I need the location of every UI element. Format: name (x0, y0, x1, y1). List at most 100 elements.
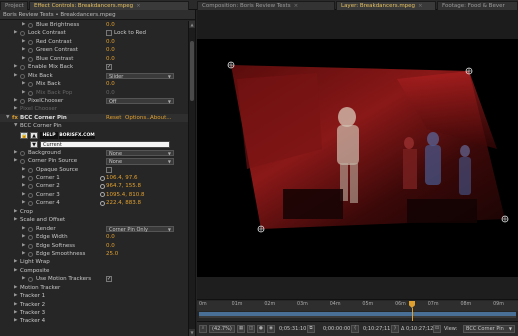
expand-arrow-icon[interactable]: ▶ (22, 182, 25, 190)
expand-arrow-icon[interactable]: ▶ (22, 250, 25, 258)
expand-arrow-icon[interactable]: ▶ (14, 208, 17, 216)
property-checkbox[interactable]: ✓ (106, 64, 112, 71)
set-in-icon[interactable]: { (351, 325, 359, 333)
expand-arrow-icon[interactable]: ▶ (22, 46, 25, 54)
property-row[interactable]: ▶ Edge Smoothness 25.0 (0, 250, 188, 258)
scroll-thumb[interactable] (190, 41, 194, 101)
mask-icon[interactable]: ◫ (247, 325, 255, 333)
close-icon[interactable]: × (136, 3, 141, 9)
stopwatch-icon[interactable] (28, 277, 33, 283)
stopwatch-icon[interactable] (20, 159, 25, 165)
crosshair-icon[interactable] (100, 192, 105, 198)
stopwatch-icon[interactable] (28, 23, 33, 28)
expand-arrow-icon[interactable]: ▶ (22, 242, 25, 250)
property-row[interactable]: ▶ Edge Width 0.0 (0, 233, 188, 241)
in-point[interactable]: 0;00:00:00 (323, 325, 350, 333)
stopwatch-icon[interactable] (28, 226, 33, 232)
layer-timeline[interactable]: 0m 01m 02m 03m 04m 05m 06m 07m 08m 09m (197, 299, 518, 322)
property-row[interactable]: ▶ Mix Back Pop 0.0 (0, 89, 188, 97)
expand-arrow-icon[interactable]: ▶ (22, 225, 25, 233)
expand-arrow-icon[interactable]: ▶ (14, 149, 17, 157)
expand-arrow-icon[interactable]: ▶ (22, 191, 25, 199)
property-row[interactable]: ▶ Tracker 2 (0, 301, 188, 309)
collapse-arrow-icon[interactable]: ▼ (14, 122, 17, 130)
expand-arrow-icon[interactable]: ▶ (14, 157, 17, 165)
expand-arrow-icon[interactable]: ▶ (14, 216, 17, 224)
property-value[interactable]: 0.0 (106, 46, 115, 54)
property-row[interactable]: ▶ Corner 4 222.4, 883.8 (0, 199, 188, 207)
property-row[interactable]: ▶ Lock Contrast Lock to Red (0, 29, 188, 37)
expand-arrow-icon[interactable]: ▶ (22, 166, 25, 174)
property-row[interactable]: ▶ Red Contrast 0.0 (0, 38, 188, 46)
property-value[interactable]: 964.7, 155.8 (106, 182, 141, 190)
property-row[interactable]: ▶ Green Contrast 0.0 (0, 46, 188, 54)
borisfx-logo[interactable]: BORISFX.COM (59, 131, 95, 139)
time-ruler[interactable]: 0m 01m 02m 03m 04m 05m 06m 07m 08m 09m (197, 301, 518, 311)
property-value[interactable]: 1095.4, 810.8 (106, 191, 145, 199)
out-point[interactable]: 0;10:27;11 (363, 325, 390, 333)
expand-arrow-icon[interactable]: ▶ (22, 80, 25, 88)
preset-field[interactable]: Current (40, 140, 170, 148)
property-row[interactable]: ▶ Edge Softness 0.0 (0, 242, 188, 250)
property-row[interactable]: ▶ Tracker 4 (0, 317, 188, 325)
property-row[interactable]: ▶ Background None ▼ (0, 149, 188, 157)
property-row[interactable]: ▶ Corner 3 1095.4, 810.8 (0, 191, 188, 199)
layer-viewer[interactable] (197, 39, 518, 277)
tab-footage[interactable]: Footage: Food & Bever (437, 1, 518, 10)
crosshair-icon[interactable] (100, 200, 105, 206)
help-button[interactable]: HELP (40, 131, 58, 139)
expand-arrow-icon[interactable]: ▶ (22, 233, 25, 241)
property-dropdown[interactable]: Off ▼ (106, 97, 174, 105)
stopwatch-icon[interactable] (28, 184, 33, 190)
property-checkbox[interactable] (106, 166, 112, 173)
property-row[interactable]: ▶ Crop (0, 208, 188, 216)
stopwatch-icon[interactable] (20, 98, 25, 104)
property-row[interactable]: ▶ Enable Mix Back ✓ (0, 63, 188, 71)
property-row[interactable]: ▼ fx BCC Corner Pin Reset Options... About... (0, 113, 188, 123)
tab-project[interactable]: Project (0, 1, 28, 10)
stopwatch-icon[interactable] (28, 90, 33, 96)
property-value[interactable]: 0.0 (106, 55, 115, 63)
camera-icon[interactable]: ◉ (267, 325, 275, 333)
property-row[interactable]: ▶ Tracker 1 (0, 292, 188, 300)
safe-zone-icon[interactable]: ▦ (237, 325, 245, 333)
expand-arrow-icon[interactable]: ▶ (22, 174, 25, 182)
set-out-icon[interactable]: } (391, 325, 399, 333)
expand-arrow-icon[interactable]: ▶ (22, 199, 25, 207)
crosshair-icon[interactable] (100, 175, 105, 181)
expand-arrow-icon[interactable]: ▶ (14, 292, 17, 300)
property-row[interactable]: ▶ Blue Contrast 0.0 (0, 55, 188, 63)
view-dropdown[interactable]: BCC Corner Pin ▼ (463, 325, 515, 333)
expand-arrow-icon[interactable]: ▶ (22, 89, 25, 97)
reset-link[interactable]: Reset (106, 114, 121, 122)
stopwatch-icon[interactable] (20, 73, 25, 79)
property-row[interactable]: ▼ BCC Corner Pin (0, 122, 188, 130)
lock-icon[interactable]: ⊡ (433, 325, 441, 333)
property-dropdown[interactable]: None ▼ (106, 149, 174, 157)
tab-effect-controls[interactable]: Effect Controls: Breakdancers.mpeg × (29, 1, 189, 10)
about-link[interactable]: About... (150, 114, 172, 122)
expand-arrow-icon[interactable]: ▶ (22, 55, 25, 63)
stopwatch-icon[interactable] (28, 56, 33, 62)
expand-arrow-icon[interactable]: ▶ (14, 317, 17, 325)
property-dropdown[interactable]: None ▼ (106, 158, 174, 165)
stopwatch-icon[interactable] (28, 235, 33, 241)
property-dropdown[interactable]: Slider ▼ (106, 72, 174, 80)
property-row[interactable]: ▶ Use Motion Trackers ✓ (0, 275, 188, 283)
options-link[interactable]: Options... (125, 114, 151, 122)
stopwatch-icon[interactable] (28, 201, 33, 207)
close-icon[interactable]: × (294, 3, 299, 9)
close-icon[interactable]: × (418, 3, 423, 9)
tab-composition[interactable]: Composition: Boris Review Tests × (197, 1, 335, 10)
expand-arrow-icon[interactable]: ▶ (14, 309, 17, 317)
property-row[interactable]: ▶ Corner 2 964.7, 155.8 (0, 182, 188, 190)
property-row[interactable]: ▶ Scale and Offset (0, 216, 188, 224)
magnifier-icon[interactable]: ⌕ (199, 325, 207, 333)
expand-arrow-icon[interactable]: ▶ (14, 301, 17, 309)
property-value[interactable]: 0.0 (106, 80, 115, 88)
stopwatch-icon[interactable] (28, 251, 33, 257)
vertical-scrollbar[interactable]: ▲ ▼ (188, 21, 195, 336)
property-value[interactable]: 0.0 (106, 38, 115, 46)
zoom-dropdown[interactable]: (42.7%) (209, 325, 235, 333)
property-row[interactable]: ▶ Composite (0, 267, 188, 275)
